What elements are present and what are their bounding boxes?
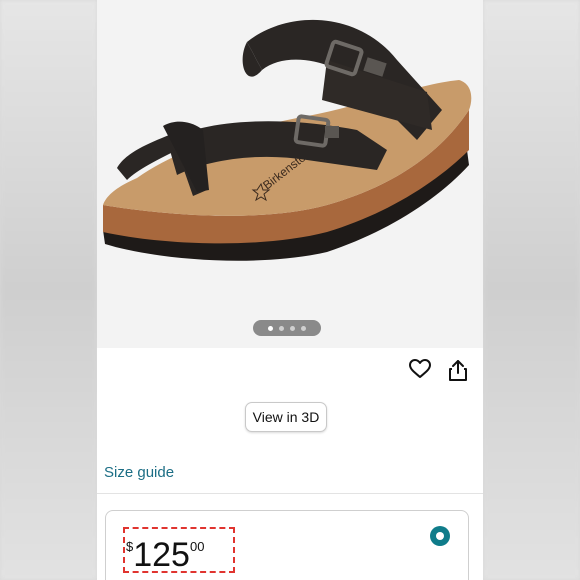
product-page: Birkenstock View in 3D Size guide $12500 bbox=[97, 0, 483, 580]
radio-dot bbox=[436, 532, 444, 540]
price-whole: 125 bbox=[133, 536, 190, 574]
share-icon[interactable] bbox=[445, 357, 471, 383]
carousel-dot[interactable] bbox=[290, 325, 295, 331]
heart-icon[interactable] bbox=[407, 356, 433, 382]
sandal-illustration: Birkenstock bbox=[103, 19, 472, 261]
price-fraction: 00 bbox=[189, 539, 205, 554]
currency-symbol: $ bbox=[126, 539, 134, 554]
carousel-dot[interactable] bbox=[301, 325, 306, 331]
selected-radio[interactable] bbox=[430, 526, 450, 546]
background-right bbox=[483, 0, 580, 580]
carousel-dot[interactable] bbox=[279, 325, 284, 331]
carousel-dot[interactable] bbox=[268, 325, 273, 331]
price-option-card[interactable]: $12500 bbox=[105, 510, 469, 580]
background-left bbox=[0, 0, 97, 580]
product-image[interactable]: Birkenstock bbox=[97, 0, 483, 348]
size-guide-link[interactable]: Size guide bbox=[104, 464, 174, 481]
image-carousel-indicator[interactable] bbox=[253, 320, 321, 336]
divider bbox=[97, 493, 483, 494]
view-in-3d-button[interactable]: View in 3D bbox=[245, 402, 327, 432]
price: $12500 bbox=[126, 535, 204, 575]
